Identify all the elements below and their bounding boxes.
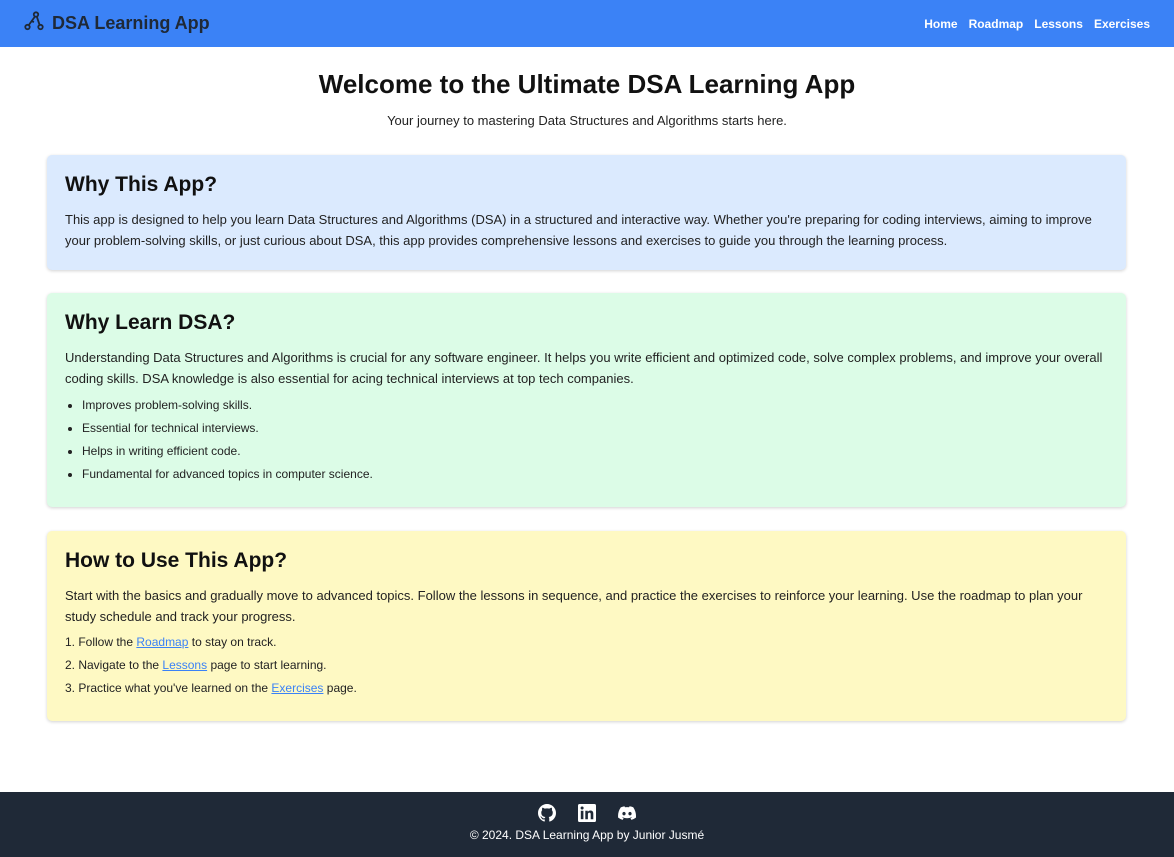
- copyright: © 2024. DSA Learning App by Junior Jusmé: [469, 828, 705, 842]
- graph-icon: [24, 11, 44, 36]
- how-to-body: Start with the basics and gradually move…: [65, 588, 1083, 624]
- step-item: 3. Practice what you've learned on the E…: [65, 681, 1108, 695]
- lessons-link[interactable]: Lessons: [162, 658, 207, 672]
- footer: © 2024. DSA Learning App by Junior Jusmé: [0, 792, 1174, 857]
- nav-link-exercises[interactable]: Exercises: [1094, 17, 1150, 31]
- nav-link-roadmap[interactable]: Roadmap: [969, 17, 1024, 31]
- step-item: 2. Navigate to the Lessons page to start…: [65, 658, 1108, 672]
- list-item: Fundamental for advanced topics in compu…: [82, 467, 1108, 481]
- why-app-card: Why This App? This app is designed to he…: [47, 155, 1126, 270]
- brand[interactable]: DSA Learning App: [24, 11, 210, 36]
- why-app-heading: Why This App?: [65, 173, 218, 196]
- list-item: Improves problem-solving skills.: [82, 398, 1108, 412]
- github-icon[interactable]: [538, 804, 556, 822]
- brand-title: DSA Learning App: [52, 13, 210, 33]
- exercises-link[interactable]: Exercises: [271, 681, 323, 695]
- step-text: 2. Navigate to the: [65, 658, 163, 672]
- step-text: page to start learning.: [207, 658, 327, 672]
- page-subtitle: Your journey to mastering Data Structure…: [387, 113, 787, 128]
- benefits-list: Improves problem-solving skills. Essenti…: [65, 398, 1108, 481]
- page-title: Welcome to the Ultimate DSA Learning App: [318, 69, 856, 99]
- steps-list: 1. Follow the Roadmap to stay on track. …: [65, 635, 1108, 695]
- step-text: to stay on track.: [188, 635, 277, 649]
- linkedin-icon[interactable]: [578, 804, 596, 822]
- discord-icon[interactable]: [618, 804, 637, 822]
- why-dsa-card: Why Learn DSA? Understanding Data Struct…: [47, 293, 1126, 507]
- step-text: 1. Follow the: [65, 635, 137, 649]
- how-to-heading: How to Use This App?: [65, 549, 288, 572]
- nav-link-lessons[interactable]: Lessons: [1034, 17, 1083, 31]
- list-item: Helps in writing efficient code.: [82, 444, 1108, 458]
- how-to-card: How to Use This App? Start with the basi…: [47, 531, 1126, 721]
- why-dsa-heading: Why Learn DSA?: [65, 311, 236, 334]
- social-links: [0, 804, 1174, 822]
- step-item: 1. Follow the Roadmap to stay on track.: [65, 635, 1108, 649]
- why-app-body: This app is designed to help you learn D…: [65, 212, 1092, 248]
- list-item: Essential for technical interviews.: [82, 421, 1108, 435]
- step-text: page.: [323, 681, 357, 695]
- nav-link-home[interactable]: Home: [924, 17, 957, 31]
- roadmap-link[interactable]: Roadmap: [136, 635, 188, 649]
- hero: Welcome to the Ultimate DSA Learning App…: [0, 69, 1174, 128]
- step-text: 3. Practice what you've learned on the: [65, 681, 272, 695]
- nav-links: Home Roadmap Lessons Exercises: [924, 17, 1150, 31]
- why-dsa-body: Understanding Data Structures and Algori…: [65, 350, 1103, 386]
- navbar: DSA Learning App Home Roadmap Lessons Ex…: [0, 0, 1174, 47]
